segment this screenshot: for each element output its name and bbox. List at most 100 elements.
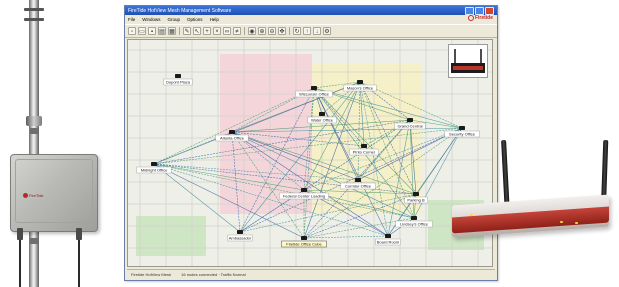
network-map[interactable]: Dupont Plaza Wisconsin Office Mason's Offi… [127, 39, 493, 267]
settings-icon: ⚙ [324, 29, 330, 35]
refresh-button[interactable]: ↻ [293, 27, 301, 35]
zoom-out-button[interactable]: ⊖ [268, 27, 276, 35]
mesh-node-icon[interactable] [229, 130, 235, 134]
mesh-node-icon[interactable] [301, 188, 307, 192]
node-label: Pinto Corner [353, 150, 376, 155]
title-bar[interactable]: FireTide HotView Mesh Management Softwar… [125, 6, 497, 15]
mesh-node-icon[interactable] [459, 126, 465, 130]
mesh-node-icon[interactable] [361, 144, 367, 148]
outdoor-enclosure: FireTide [10, 154, 98, 232]
maximize-button[interactable] [475, 6, 484, 15]
node-label: Lindsey's Office [400, 222, 429, 227]
tool-button[interactable]: ✎ [183, 27, 191, 35]
save-icon: ▪ [150, 29, 154, 35]
enclosure-lid [15, 159, 93, 223]
antenna-cable [78, 240, 80, 287]
menu-options[interactable]: Options [187, 17, 203, 22]
down-button[interactable]: ↓ [313, 27, 321, 35]
menu-file[interactable]: File [128, 17, 135, 22]
node-label: Mason's Office [347, 86, 374, 91]
node-label: Midnight Office [141, 168, 168, 173]
menu-windows[interactable]: Windows [142, 17, 160, 22]
menu-help[interactable]: Help [210, 17, 219, 22]
mesh-node-icon[interactable] [311, 86, 317, 90]
app-window: FireTide HotView Mesh Management Softwar… [124, 5, 498, 281]
network-topology-canvas[interactable]: Dupont Plaza Wisconsin Office Mason's Offi… [128, 40, 492, 266]
unlink-button[interactable]: ≠ [233, 27, 241, 35]
antenna-ring [24, 8, 44, 11]
toolbar: ▫ ▭ ▪ ▤ ▦ ✎ ↖ + × ∞ ≠ ◉ ⊕ ⊖ ✥ ↻ ↑ ↓ ⚙ [125, 24, 497, 38]
up-button[interactable]: ↑ [303, 27, 311, 35]
minimap-device-front [453, 66, 483, 70]
delete-icon: × [215, 29, 219, 35]
up-icon: ↑ [305, 29, 309, 35]
view-icon: ◉ [249, 29, 255, 35]
node-label: Federal Center Loading [283, 194, 325, 199]
mesh-node-icon[interactable] [175, 74, 181, 78]
status-right: 16 nodes connected · Traffic Normal [181, 271, 246, 277]
image-icon: ▦ [169, 29, 175, 35]
minimize-button[interactable] [465, 6, 474, 15]
toolbar-separator [289, 27, 290, 35]
select-icon: ↖ [194, 29, 200, 35]
pan-button[interactable]: ✥ [278, 27, 286, 35]
node-label: Board Room [377, 240, 400, 245]
node-label: Atlanta Office [220, 136, 245, 141]
image-button[interactable]: ▦ [168, 27, 176, 35]
node-label: Corridor Office [345, 184, 372, 189]
pole-clamp [30, 238, 38, 244]
zoom-in-button[interactable]: ⊕ [258, 27, 266, 35]
unlink-icon: ≠ [235, 29, 239, 35]
new-icon: ▫ [130, 29, 134, 35]
menu-bar: File Windows Group Options Help Firetide [125, 15, 497, 24]
zoom-in-icon: ⊕ [259, 29, 265, 35]
node-label: Grand Central [397, 124, 422, 129]
minimap-canvas [451, 49, 485, 73]
antenna-cable [19, 240, 21, 287]
status-left: Firetide HotView Mesh [131, 271, 172, 277]
view-button[interactable]: ◉ [248, 27, 256, 35]
mesh-node-icon[interactable] [355, 178, 361, 182]
select-button[interactable]: ↖ [193, 27, 201, 35]
mesh-node-icon[interactable] [301, 236, 307, 240]
settings-button[interactable]: ⚙ [323, 27, 331, 35]
mesh-node-icon[interactable] [385, 234, 391, 238]
mesh-node-icon[interactable] [237, 230, 243, 234]
zoom-out-icon: ⊖ [269, 29, 275, 35]
pan-icon: ✥ [279, 29, 285, 35]
node-label: Wisconsin Office [299, 92, 329, 97]
window-controls [465, 6, 494, 15]
mesh-node-icon[interactable] [151, 162, 157, 166]
tool-icon: ✎ [184, 29, 190, 35]
status-led [560, 221, 563, 223]
mesh-node-icon[interactable] [407, 118, 413, 122]
open-button[interactable]: ▭ [138, 27, 146, 35]
status-led [470, 214, 473, 216]
mesh-node-icon[interactable] [413, 192, 419, 196]
link-button[interactable]: ∞ [223, 27, 231, 35]
add-node-button[interactable]: + [203, 27, 211, 35]
mesh-node-icon[interactable] [411, 216, 417, 220]
node-label: Dupont Plaza [166, 80, 191, 85]
overview-minimap[interactable] [448, 44, 488, 78]
node-label: Water Office [311, 118, 334, 123]
app-logo: Firetide [467, 15, 493, 21]
node-label: Ambassador [229, 236, 252, 241]
logo-text: Firetide [474, 15, 493, 21]
add-node-icon: + [205, 29, 209, 35]
save-button[interactable]: ▪ [148, 27, 156, 35]
open-icon: ▭ [139, 29, 145, 35]
antenna-connector [17, 228, 23, 240]
new-button[interactable]: ▫ [128, 27, 136, 35]
mesh-node-icon[interactable] [357, 80, 363, 84]
node-label: Security Office [449, 132, 476, 137]
mesh-node-icon[interactable] [319, 112, 325, 116]
down-icon: ↓ [315, 29, 319, 35]
status-led [575, 222, 578, 224]
pole-clamp [30, 128, 38, 134]
close-button[interactable] [485, 6, 494, 15]
print-button[interactable]: ▤ [158, 27, 166, 35]
delete-button[interactable]: × [213, 27, 221, 35]
menu-group[interactable]: Group [168, 17, 181, 22]
toolbar-separator [179, 27, 180, 35]
